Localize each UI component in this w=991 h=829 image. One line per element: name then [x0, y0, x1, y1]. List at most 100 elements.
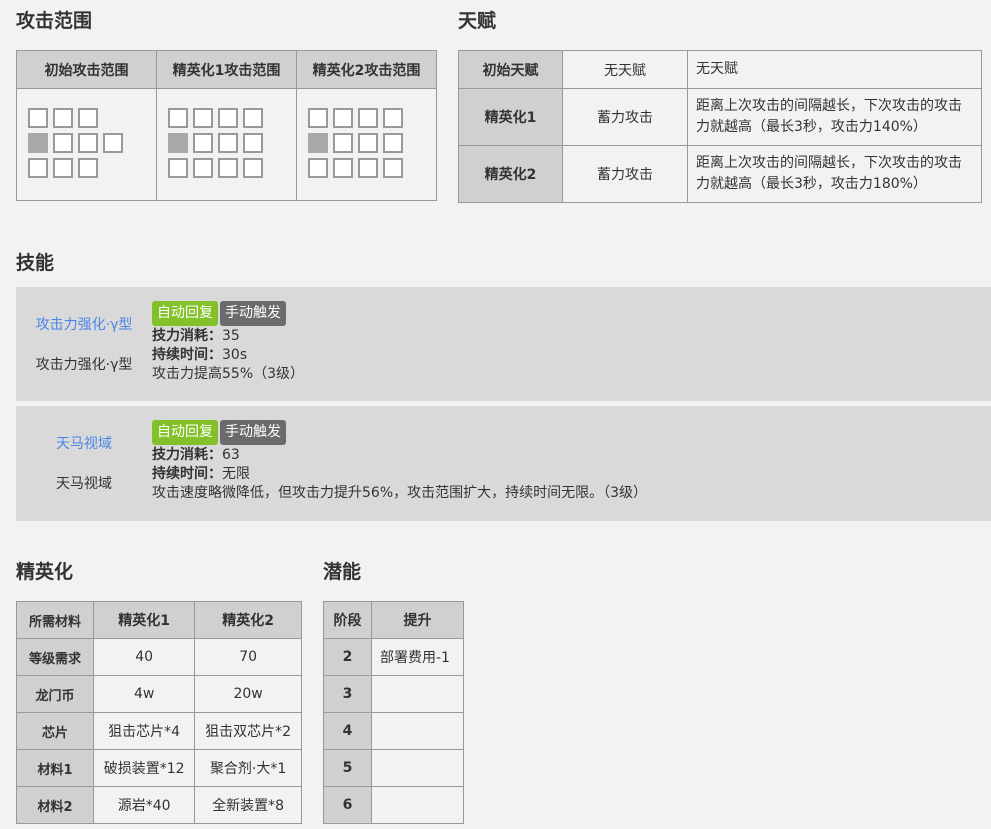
range-section-title: 攻击范围	[16, 10, 93, 32]
sp-cost-value: 35	[222, 328, 240, 344]
range-tile	[168, 158, 188, 178]
range-tile	[358, 133, 378, 153]
range-tile	[193, 133, 213, 153]
range-tile	[218, 133, 238, 153]
range-tile	[383, 133, 403, 153]
range-header-elite1: 精英化1攻击范围	[156, 50, 297, 89]
range-grid-elite1	[168, 108, 278, 188]
elite-row-label: 等级需求	[16, 638, 94, 676]
elite-e2-value: 20w	[194, 675, 302, 713]
potential-header-stage: 阶段	[323, 601, 372, 639]
range-tile	[383, 158, 403, 178]
range-header-elite2: 精英化2攻击范围	[296, 50, 437, 89]
range-tile	[358, 158, 378, 178]
elite-e1-value: 40	[92, 638, 196, 676]
range-grid-elite2-cell	[296, 88, 437, 201]
potential-stage: 6	[323, 786, 372, 824]
potential-bonus: 部署费用-1	[371, 638, 464, 676]
range-tile	[333, 108, 353, 128]
skill-link[interactable]: 天马视域	[16, 435, 152, 453]
potential-stage: 2	[323, 638, 372, 676]
potential-stage: 5	[323, 749, 372, 787]
elite-e1-value: 源岩*40	[92, 786, 196, 824]
talent-phase: 精英化1	[458, 88, 563, 146]
range-tile	[218, 158, 238, 178]
elite-table: 所需材料 精英化1 精英化2 等级需求 40 70 龙门币 4w 20w 芯片 …	[16, 601, 302, 824]
range-tile	[193, 108, 213, 128]
talent-desc: 距离上次攻击的间隔越长，下次攻击的攻击力就越高（最长3秒，攻击力140%）	[687, 88, 982, 146]
potential-bonus	[371, 675, 464, 713]
elite-row-label: 材料2	[16, 786, 94, 824]
skill-name: 天马视域	[56, 476, 112, 492]
elite-e1-value: 破损装置*12	[92, 749, 196, 787]
elite-e2-value: 狙击双芯片*2	[194, 712, 302, 750]
talent-name: 蓄力攻击	[562, 88, 688, 146]
duration-label: 持续时间：	[152, 347, 222, 363]
potential-bonus	[371, 712, 464, 750]
potential-bonus	[371, 749, 464, 787]
range-header-initial: 初始攻击范围	[16, 50, 157, 89]
attack-range-table: 初始攻击范围 精英化1攻击范围 精英化2攻击范围	[16, 50, 437, 201]
sp-cost-label: 技力消耗：	[152, 328, 222, 344]
talent-name: 蓄力攻击	[562, 145, 688, 203]
potential-bonus	[371, 786, 464, 824]
elite-e2-value: 70	[194, 638, 302, 676]
elite-header-e2: 精英化2	[194, 601, 302, 639]
skill-description: 攻击力提高55%（3级）	[152, 366, 305, 382]
auto-recovery-tag: 自动回复	[152, 420, 218, 445]
potential-table: 阶段 提升 2 部署费用-1 3 4 5 6	[323, 601, 464, 824]
range-tile	[53, 108, 73, 128]
range-tile	[28, 158, 48, 178]
elite-row-label: 材料1	[16, 749, 94, 787]
range-tile	[243, 158, 263, 178]
operator-position	[308, 133, 328, 153]
talent-phase: 精英化2	[458, 145, 563, 203]
manual-trigger-tag: 手动触发	[220, 301, 286, 326]
skill-name: 攻击力强化·γ型	[35, 357, 133, 373]
operator-position	[168, 133, 188, 153]
talent-table: 初始天赋 无天赋 无天赋 精英化1 蓄力攻击 距离上次攻击的间隔越长，下次攻击的…	[458, 50, 982, 203]
elite-row-label: 龙门币	[16, 675, 94, 713]
elite-row-label: 芯片	[16, 712, 94, 750]
sp-cost-label: 技力消耗：	[152, 447, 222, 463]
skill-panel: 攻击力强化·γ型 攻击力强化·γ型 自动回复 手动触发 技力消耗：35 持续时间：…	[16, 287, 991, 401]
range-tile	[193, 158, 213, 178]
skills-section-title: 技能	[16, 252, 55, 274]
duration-value: 30s	[222, 347, 248, 363]
range-grid-elite2	[308, 108, 418, 188]
range-tile	[333, 133, 353, 153]
talent-section-title: 天赋	[458, 10, 497, 32]
skill-description: 攻击速度略微降低，但攻击力提升56%，攻击范围扩大，持续时间无限。（3级）	[152, 485, 648, 501]
range-tile	[53, 133, 73, 153]
potential-header-bonus: 提升	[371, 601, 464, 639]
range-tile	[218, 108, 238, 128]
skill-link[interactable]: 攻击力强化·γ型	[16, 316, 152, 334]
range-tile	[78, 158, 98, 178]
potential-section-title: 潜能	[323, 561, 362, 583]
range-tile	[53, 158, 73, 178]
range-grid-initial	[28, 108, 138, 188]
range-tile	[28, 108, 48, 128]
elite-e1-value: 4w	[92, 675, 196, 713]
range-tile	[358, 108, 378, 128]
elite-header-e1: 精英化1	[92, 601, 196, 639]
range-tile	[308, 108, 328, 128]
range-tile	[78, 108, 98, 128]
range-tile	[383, 108, 403, 128]
talent-name: 无天赋	[562, 50, 688, 89]
auto-recovery-tag: 自动回复	[152, 301, 218, 326]
range-tile	[243, 133, 263, 153]
elite-header-materials: 所需材料	[16, 601, 94, 639]
range-grid-elite1-cell	[156, 88, 297, 201]
range-tile	[103, 133, 123, 153]
potential-stage: 4	[323, 712, 372, 750]
duration-label: 持续时间：	[152, 466, 222, 482]
talent-desc: 距离上次攻击的间隔越长，下次攻击的攻击力就越高（最长3秒，攻击力180%）	[687, 145, 982, 203]
range-tile	[168, 108, 188, 128]
elite-e2-value: 全新装置*8	[194, 786, 302, 824]
sp-cost-value: 63	[222, 447, 240, 463]
skill-panel: 天马视域 天马视域 自动回复 手动触发 技力消耗：63 持续时间：无限 攻击速度略…	[16, 406, 991, 521]
potential-stage: 3	[323, 675, 372, 713]
talent-desc: 无天赋	[687, 50, 982, 89]
elite-e1-value: 狙击芯片*4	[92, 712, 196, 750]
